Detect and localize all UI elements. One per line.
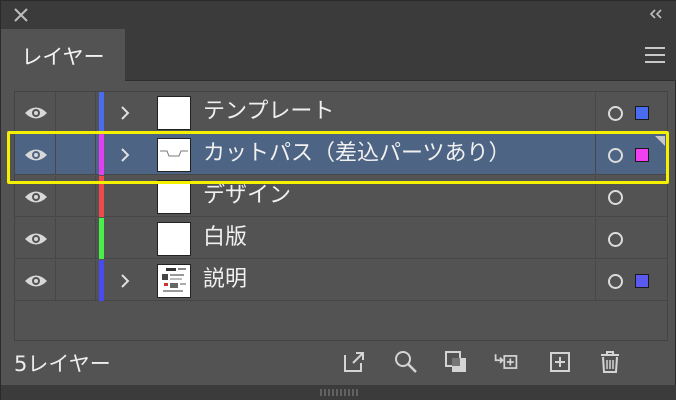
chevron-right-icon[interactable]	[119, 105, 131, 121]
divider	[55, 92, 56, 133]
layer-thumbnail	[157, 222, 191, 256]
layer-name[interactable]: 説明	[203, 266, 247, 294]
selection-indicator[interactable]	[635, 106, 649, 120]
layer-row-explanation[interactable]: 説明	[15, 260, 667, 301]
divider	[95, 92, 96, 133]
panel-tab-row: レイヤー	[1, 29, 676, 82]
layer-color-bar	[99, 134, 104, 175]
layer-row-template[interactable]: テンプレート	[15, 92, 667, 133]
layer-row-white-plate[interactable]: 白版	[15, 218, 667, 259]
layer-color-bar	[99, 260, 104, 301]
resize-grip-icon[interactable]	[319, 388, 359, 397]
divider	[595, 218, 596, 259]
new-sublayer-icon[interactable]	[493, 349, 519, 375]
divider	[55, 218, 56, 259]
divider	[95, 260, 96, 301]
layer-thumbnail	[157, 264, 191, 298]
panel-title-bar	[1, 1, 676, 29]
divider	[55, 176, 56, 217]
eye-icon[interactable]	[23, 188, 49, 206]
double-chevron-icon[interactable]	[647, 6, 665, 22]
panel-footer: 5レイヤー	[1, 341, 676, 383]
search-icon[interactable]	[393, 349, 419, 375]
layer-count: 5レイヤー	[14, 352, 111, 376]
chevron-right-icon[interactable]	[119, 273, 131, 289]
layer-row-cutpath[interactable]: カットパス（差込パーツあり）	[15, 134, 667, 175]
eye-icon[interactable]	[23, 272, 49, 290]
divider	[595, 176, 596, 217]
layers-panel: レイヤー テンプレート カットパス（差込パーツあり） デザイン 白版 説明 5レ…	[0, 0, 676, 400]
layer-row-design[interactable]: デザイン	[15, 176, 667, 217]
layer-color-bar	[99, 92, 104, 133]
target-circle-icon[interactable]	[608, 274, 623, 289]
clipping-mask-icon[interactable]	[443, 349, 469, 375]
divider	[95, 218, 96, 259]
divider	[55, 260, 56, 301]
export-icon[interactable]	[341, 349, 367, 375]
resize-bar[interactable]	[1, 385, 676, 400]
layer-thumbnail	[157, 138, 191, 172]
divider	[55, 134, 56, 175]
document-thumbnail-icon	[162, 268, 186, 292]
tab-layers-label: レイヤー	[21, 44, 105, 69]
divider	[595, 260, 596, 301]
new-layer-icon[interactable]	[547, 349, 573, 375]
close-icon[interactable]	[11, 5, 31, 25]
tab-layers[interactable]: レイヤー	[1, 29, 125, 82]
layer-name[interactable]: カットパス（差込パーツあり）	[203, 140, 511, 168]
divider	[95, 134, 96, 175]
layer-thumbnail	[157, 180, 191, 214]
target-circle-icon[interactable]	[608, 106, 623, 121]
eye-icon[interactable]	[23, 146, 49, 164]
eye-icon[interactable]	[23, 230, 49, 248]
divider	[95, 176, 96, 217]
target-circle-icon[interactable]	[608, 190, 623, 205]
layer-thumbnail	[157, 96, 191, 130]
selection-indicator[interactable]	[635, 148, 649, 162]
layer-name[interactable]: 白版	[203, 224, 247, 252]
layer-name[interactable]: テンプレート	[203, 98, 334, 126]
hamburger-menu-icon[interactable]	[643, 44, 667, 66]
divider	[595, 134, 596, 175]
layer-list: テンプレート カットパス（差込パーツあり） デザイン 白版 説明	[14, 91, 668, 341]
divider	[595, 92, 596, 133]
eye-icon[interactable]	[23, 104, 49, 122]
selection-indicator[interactable]	[635, 274, 649, 288]
trash-icon[interactable]	[597, 349, 623, 375]
chevron-right-icon[interactable]	[119, 147, 131, 163]
selected-corner-marker	[655, 136, 665, 146]
layer-name[interactable]: デザイン	[203, 182, 291, 210]
layer-color-bar	[99, 176, 104, 217]
target-circle-icon[interactable]	[608, 148, 623, 163]
cut-path-thumbnail-icon	[160, 150, 188, 157]
target-circle-icon[interactable]	[608, 232, 623, 247]
layer-color-bar	[99, 218, 104, 259]
